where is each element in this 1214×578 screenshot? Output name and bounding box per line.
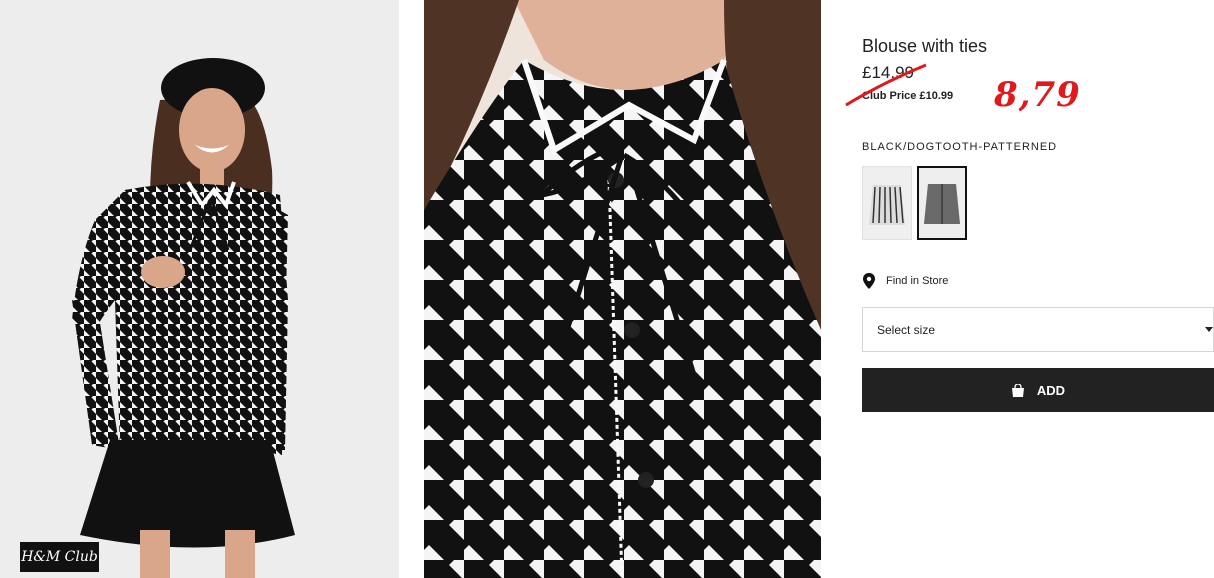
- red-strikethrough-annotation: [845, 63, 927, 107]
- hm-club-logo: H&M Club: [20, 542, 99, 572]
- find-in-store-link[interactable]: Find in Store: [862, 272, 948, 290]
- chevron-down-icon: [1205, 327, 1213, 332]
- model-photo: [0, 0, 399, 578]
- find-in-store-label: Find in Store: [886, 275, 949, 287]
- location-pin-icon: [863, 273, 875, 289]
- product-image-model[interactable]: H&M Club: [0, 0, 399, 578]
- shopping-bag-icon: [1011, 383, 1024, 397]
- product-info-panel: Blouse with ties £14.99 Club Price £10.9…: [845, 0, 1214, 578]
- closeup-photo: [424, 0, 821, 578]
- product-image-closeup[interactable]: [424, 0, 821, 578]
- add-to-bag-button[interactable]: ADD: [862, 368, 1214, 412]
- add-button-label: ADD: [1036, 382, 1066, 398]
- swatch-thumb-stripe: [863, 167, 911, 239]
- size-select-placeholder: Select size: [877, 322, 936, 337]
- color-label: BLACK/DOGTOOTH-PATTERNED: [862, 141, 1058, 153]
- color-swatch-dogtooth-selected[interactable]: [917, 166, 967, 240]
- product-title: Blouse with ties: [862, 36, 988, 56]
- swatch-thumb-dogtooth: [919, 168, 965, 238]
- handwritten-price-annotation: 8,79: [994, 75, 1081, 115]
- color-swatch-stripe[interactable]: [862, 166, 912, 240]
- size-select-dropdown[interactable]: Select size: [862, 307, 1214, 352]
